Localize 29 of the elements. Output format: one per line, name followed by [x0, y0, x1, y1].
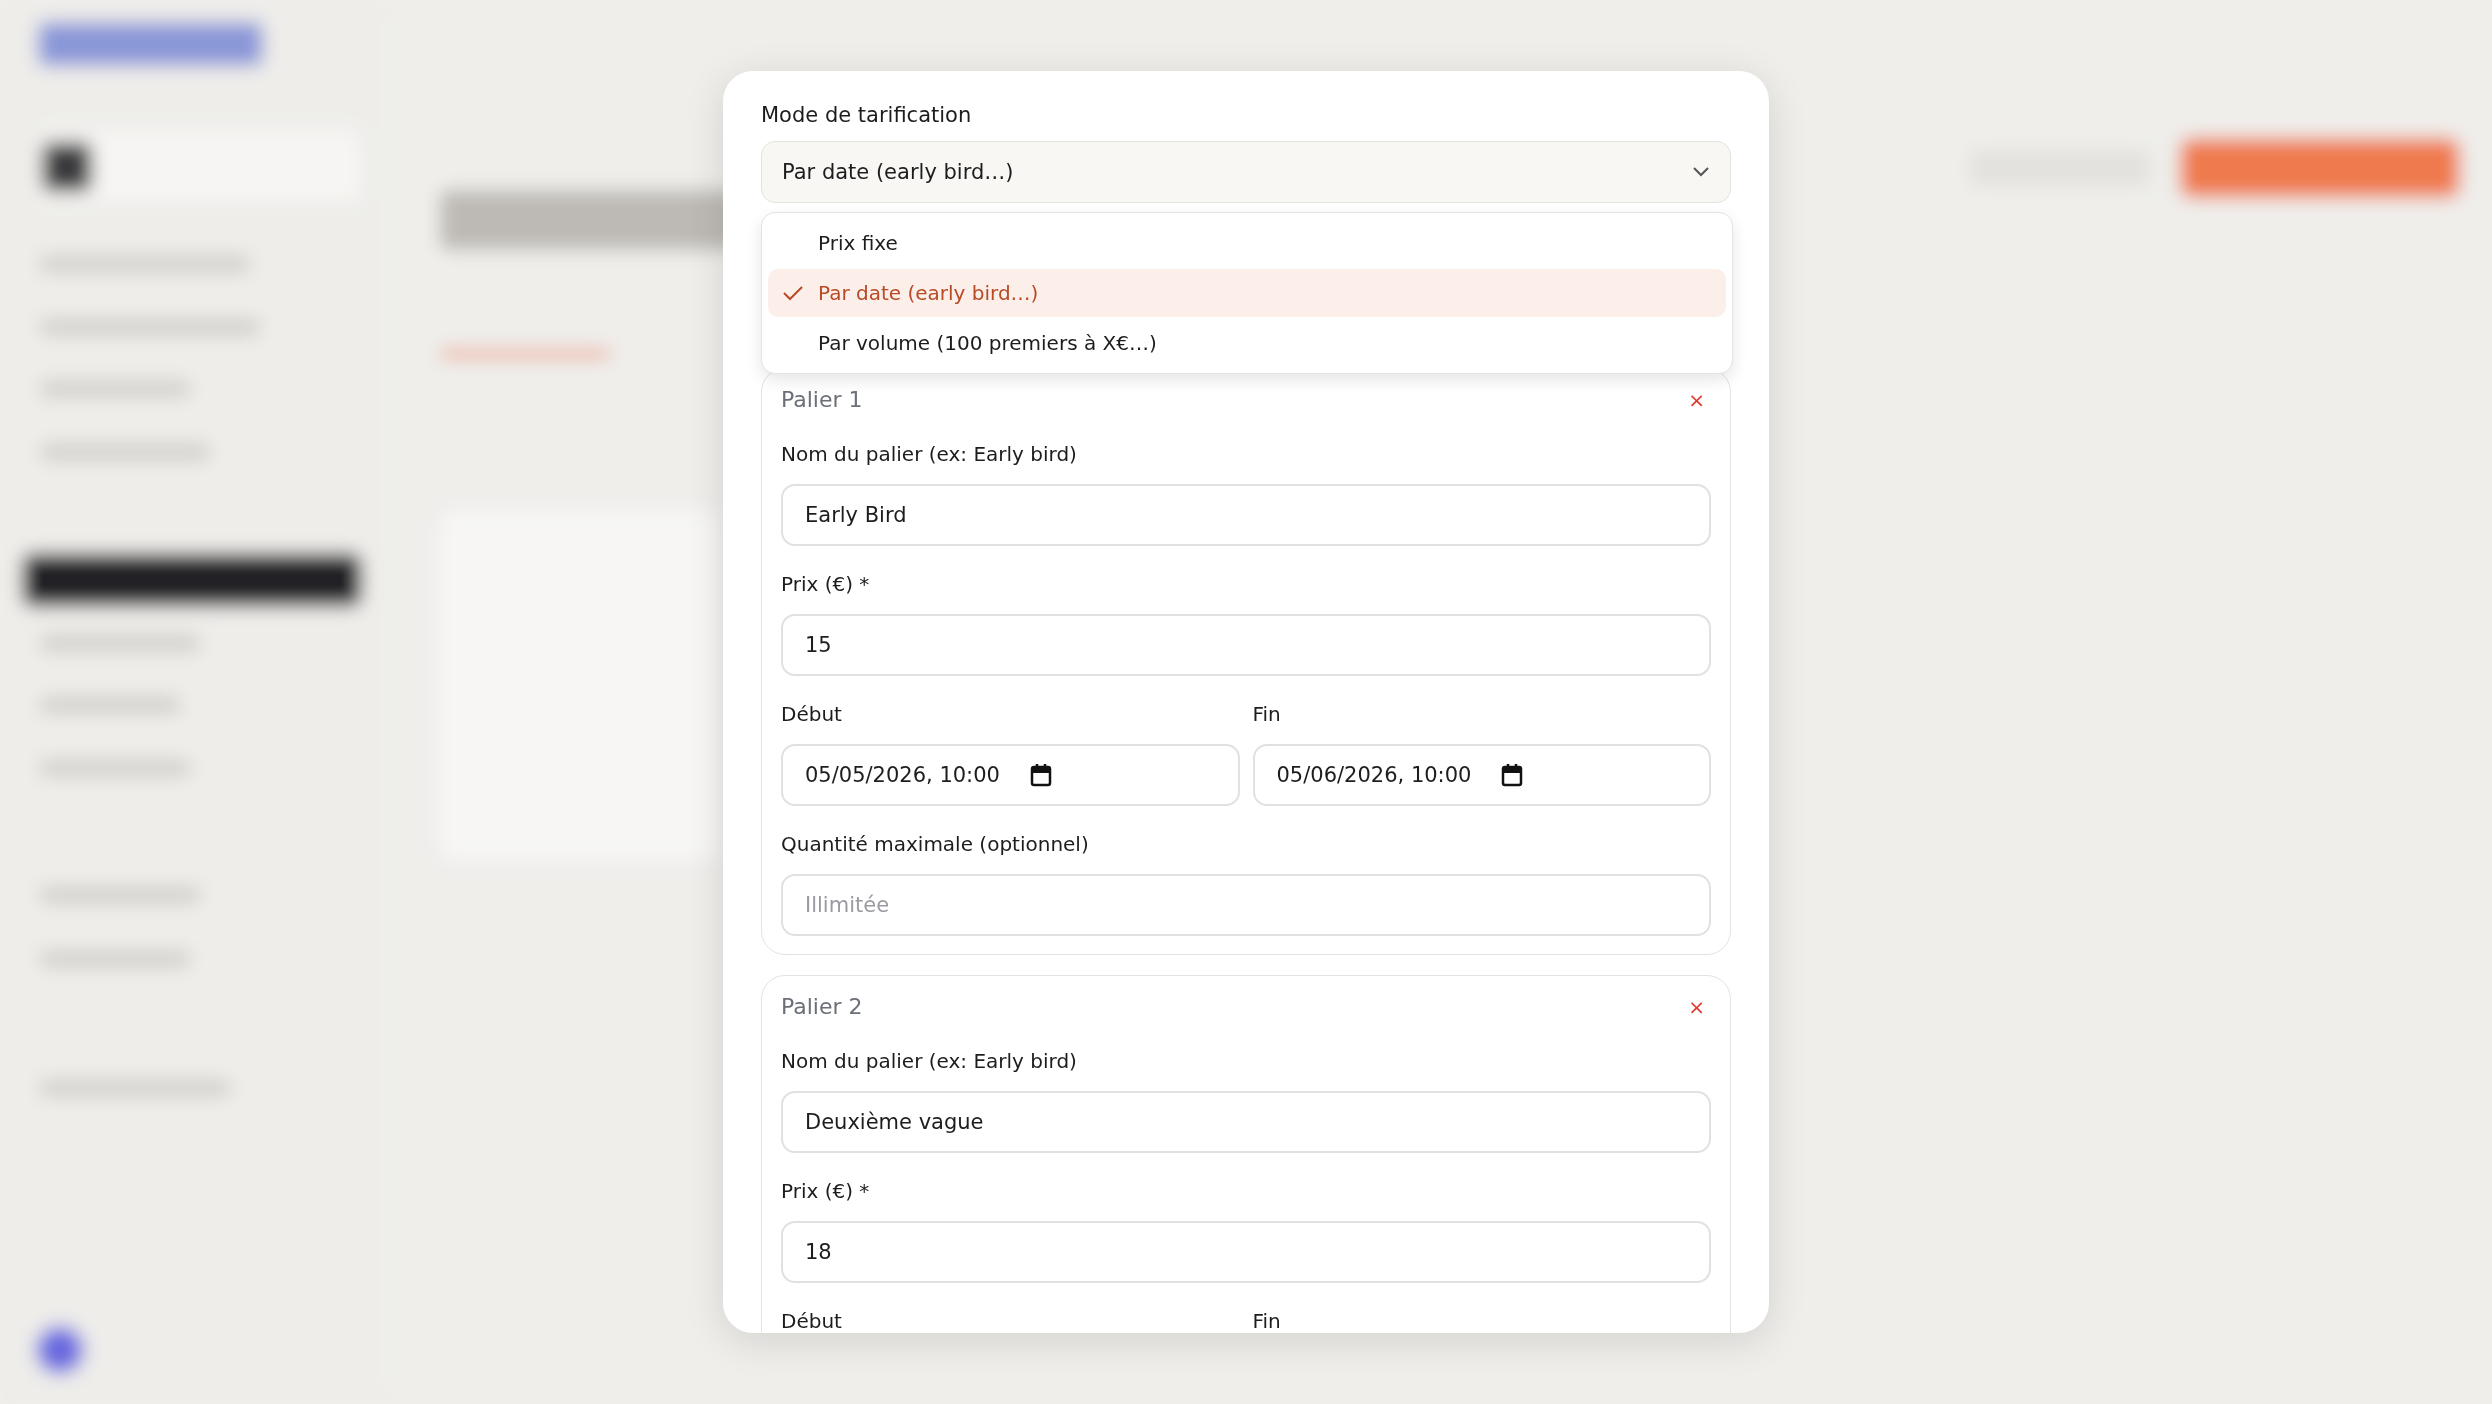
field-label: Quantité maximale (optionnel) — [781, 832, 1089, 856]
field-label: Fin — [1252, 702, 1281, 726]
input-field[interactable]: 18 — [781, 1221, 1711, 1283]
dropdown-option[interactable]: Par volume (100 premiers à X€…) — [768, 319, 1726, 367]
field-label: Mode de tarification — [761, 103, 972, 127]
remove-tier-button[interactable]: × — [1682, 387, 1711, 412]
remove-tier-button[interactable]: × — [1682, 994, 1711, 1019]
calendar-icon — [1029, 763, 1052, 787]
field-label: Début — [781, 1309, 842, 1333]
field-label: Début — [781, 702, 842, 726]
field-label: Nom du palier (ex: Early bird) — [781, 1049, 1077, 1073]
input-field[interactable]: 15 — [781, 614, 1711, 676]
date-field[interactable]: 05/05/2026, 10:00 — [781, 744, 1240, 806]
checkmark-icon — [782, 285, 804, 301]
field-label: Fin — [1252, 1309, 1281, 1333]
pricing-mode-select[interactable]: Par date (early bird…) — [761, 141, 1731, 203]
input-field[interactable]: Illimitée — [781, 874, 1711, 936]
date-field[interactable]: 05/06/2026, 10:00 — [1252, 744, 1711, 806]
field-label: Nom du palier (ex: Early bird) — [781, 442, 1077, 466]
input-field[interactable]: Deuxième vague — [781, 1091, 1711, 1153]
field-label: Prix (€) * — [781, 1179, 870, 1203]
tier-title: Palier 2 — [781, 994, 863, 1019]
chevron-down-icon — [1692, 166, 1710, 178]
dropdown-option[interactable]: Par date (early bird…) — [768, 269, 1726, 317]
tier-title: Palier 1 — [781, 387, 863, 412]
calendar-icon — [1501, 763, 1524, 787]
field-label: Prix (€) * — [781, 572, 870, 596]
dropdown-option[interactable]: Prix fixe — [768, 219, 1726, 267]
input-field[interactable]: Early Bird — [781, 484, 1711, 546]
